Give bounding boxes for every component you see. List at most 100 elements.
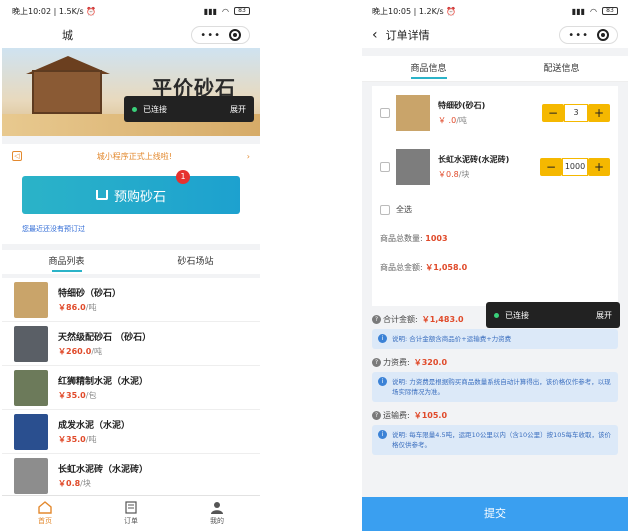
toast-status: 已连接 [505,310,529,320]
increment-button[interactable]: + [588,104,610,122]
speaker-icon: ◁ [12,151,22,161]
list-item[interactable]: 天然级配砂石 （砂石） ￥260.0/吨 [2,322,260,366]
tab-delivery-info[interactable]: 配送信息 [495,56,628,81]
bottom-tab-bar: 首页 订单 我的 [2,495,260,531]
list-item[interactable]: 特细砂（砂石） ￥86.0/吨 [2,278,260,322]
back-chevron-icon[interactable]: ‹ [372,27,378,43]
house-graphic [32,70,102,114]
item-checkbox[interactable] [380,108,390,118]
info-icon: i [378,430,387,439]
home-screen: 晚上10:02 | 1.5K/s ⏰ ▮▮▮ ◠ 83 城 ••• 平价砂石 已连接… [2,0,260,531]
tabbar-me[interactable]: 我的 [174,496,260,531]
tabbar-orders[interactable]: 订单 [88,496,174,531]
toast-status: 已连接 [143,104,167,114]
fee-labor-row: ? 力资费: ￥320.0 [372,357,618,368]
fee-note: i 说明: 每车限量4.5吨，运距10公里以内（含10公里）按105每车收取，该… [372,425,618,455]
tab-product-list[interactable]: 商品列表 [2,250,131,274]
product-price: ￥35.0 [58,391,86,400]
product-unit: /吨 [85,303,97,312]
close-miniprogram-icon[interactable] [229,29,241,41]
list-item[interactable]: 红狮精制水泥（水泥） ￥35.0/包 [2,366,260,410]
nav-bar: ‹ 订单详情 ••• [362,22,628,48]
order-items-panel: 特细砂(砂石) ￥ .0/吨 − 3 + 长虹水泥砖(水泥砖) ￥0.8/块 − [372,86,618,306]
select-all-label: 全选 [396,205,412,214]
presale-label: 预购砂石 [113,189,166,205]
quantity-field[interactable]: 3 [564,104,588,122]
total-quantity-value: 1003 [425,234,448,243]
decrement-button[interactable]: − [542,104,564,122]
info-icon: i [378,334,387,343]
decrement-button[interactable]: − [540,158,562,176]
tabbar-home[interactable]: 首页 [2,496,88,531]
more-icon[interactable]: ••• [568,30,589,41]
notice-text: 城小程序正式上线啦! [96,151,172,161]
home-tabs: 商品列表 砂石场站 [2,250,260,274]
list-item[interactable]: 长虹水泥砖（水泥砖） ￥0.8/块 [2,454,260,498]
chevron-right-icon: › [246,151,250,161]
product-unit: /吨 [91,347,103,356]
notice-bar[interactable]: ◁ 城小程序正式上线啦! › [2,144,260,168]
banner[interactable]: 平价砂石 [2,48,260,136]
presale-card: 预购砂石 1 您最近还没有预订过 [2,168,260,244]
tabbar-label: 首页 [38,517,52,525]
screenshot-stage: 晚上10:02 | 1.5K/s ⏰ ▮▮▮ ◠ 83 城 ••• 平价砂石 已连接… [0,0,630,531]
order-detail-screen: 晚上10:05 | 1.2K/s ⏰ ▮▮▮ ◠ 83 ‹ 订单详情 ••• 商品信息… [362,0,628,531]
increment-button[interactable]: + [588,158,610,176]
product-thumbnail [14,457,48,494]
signal-icon: ▮▮▮ [203,6,218,16]
fee-value: ￥105.0 [413,411,448,420]
wifi-icon: ◠ [222,6,229,16]
home-icon [38,501,52,514]
fee-label: 合计金额: [383,315,418,324]
alarm-icon: ⏰ [86,6,97,16]
close-miniprogram-icon[interactable] [597,29,609,41]
presale-hint: 您最近还没有预订过 [22,225,85,233]
fee-value: ￥320.0 [413,358,448,367]
page-title: 城 [62,29,73,42]
miniprogram-capsule: ••• [559,26,618,44]
product-price: ￥35.0 [58,435,86,444]
alarm-icon: ⏰ [446,6,457,16]
tab-product-info[interactable]: 商品信息 [362,56,495,81]
total-amount-value: ￥1,058.0 [425,263,468,272]
item-unit: /块 [458,170,470,179]
status-bar: 晚上10:02 | 1.5K/s ⏰ ▮▮▮ ◠ 83 [2,0,260,22]
order-item: 特细砂(砂石) ￥ .0/吨 − 3 + [372,86,618,140]
fee-note-text: 说明: 合计金额含商品价+运输费+力资费 [392,335,512,343]
info-icon: i [378,377,387,386]
page-title: 订单详情 [385,29,430,42]
more-icon[interactable]: ••• [200,30,221,41]
connected-dot-icon [132,106,137,112]
toast-expand-button[interactable]: 展开 [596,310,612,321]
item-name: 特细砂(砂石) [438,101,486,110]
select-all-checkbox[interactable] [380,204,390,215]
submit-button[interactable]: 提交 [362,497,628,531]
product-list: 特细砂（砂石） ￥86.0/吨 天然级配砂石 （砂石） ￥260.0/吨 红狮精… [2,278,260,498]
select-all-row[interactable]: 全选 [372,204,618,215]
total-amount-label: 商品总金额: [380,263,423,272]
product-name: 红狮精制水泥（水泥） [58,377,149,387]
product-name: 成发水泥（水泥） [58,421,131,431]
presale-button[interactable]: 预购砂石 1 [22,170,240,214]
tabbar-label: 订单 [124,517,138,525]
total-quantity-label: 商品总数量: [380,234,423,243]
item-price: ￥ .0 [438,116,457,125]
nav-bar: 城 ••• [2,22,260,48]
product-price: ￥260.0 [58,347,92,356]
connection-toast: 已连接 展开 [124,96,254,122]
quantity-field[interactable]: 1000 [562,158,588,176]
fee-note: i 说明: 力资费是根据购买商品数量系统自动计算得出，该价格仅作参考，以现场实际… [372,372,618,402]
cart-icon [95,190,108,200]
tab-sand-stations[interactable]: 砂石场站 [131,250,260,274]
product-name: 长虹水泥砖（水泥砖） [58,465,149,475]
help-icon: ? [372,315,381,324]
fee-note: i 说明: 合计金额含商品价+运输费+力资费 [372,329,618,349]
status-time: 晚上10:05 [372,6,412,16]
item-checkbox[interactable] [380,162,390,172]
status-bar: 晚上10:05 | 1.2K/s ⏰ ▮▮▮ ◠ 83 [362,0,628,22]
order-item: 长虹水泥砖(水泥砖) ￥0.8/块 − 1000 + [372,140,618,194]
toast-expand-button[interactable]: 展开 [230,104,246,115]
product-thumbnail [14,369,48,406]
list-item[interactable]: 成发水泥（水泥） ￥35.0/吨 [2,410,260,454]
product-thumbnail [14,281,48,318]
